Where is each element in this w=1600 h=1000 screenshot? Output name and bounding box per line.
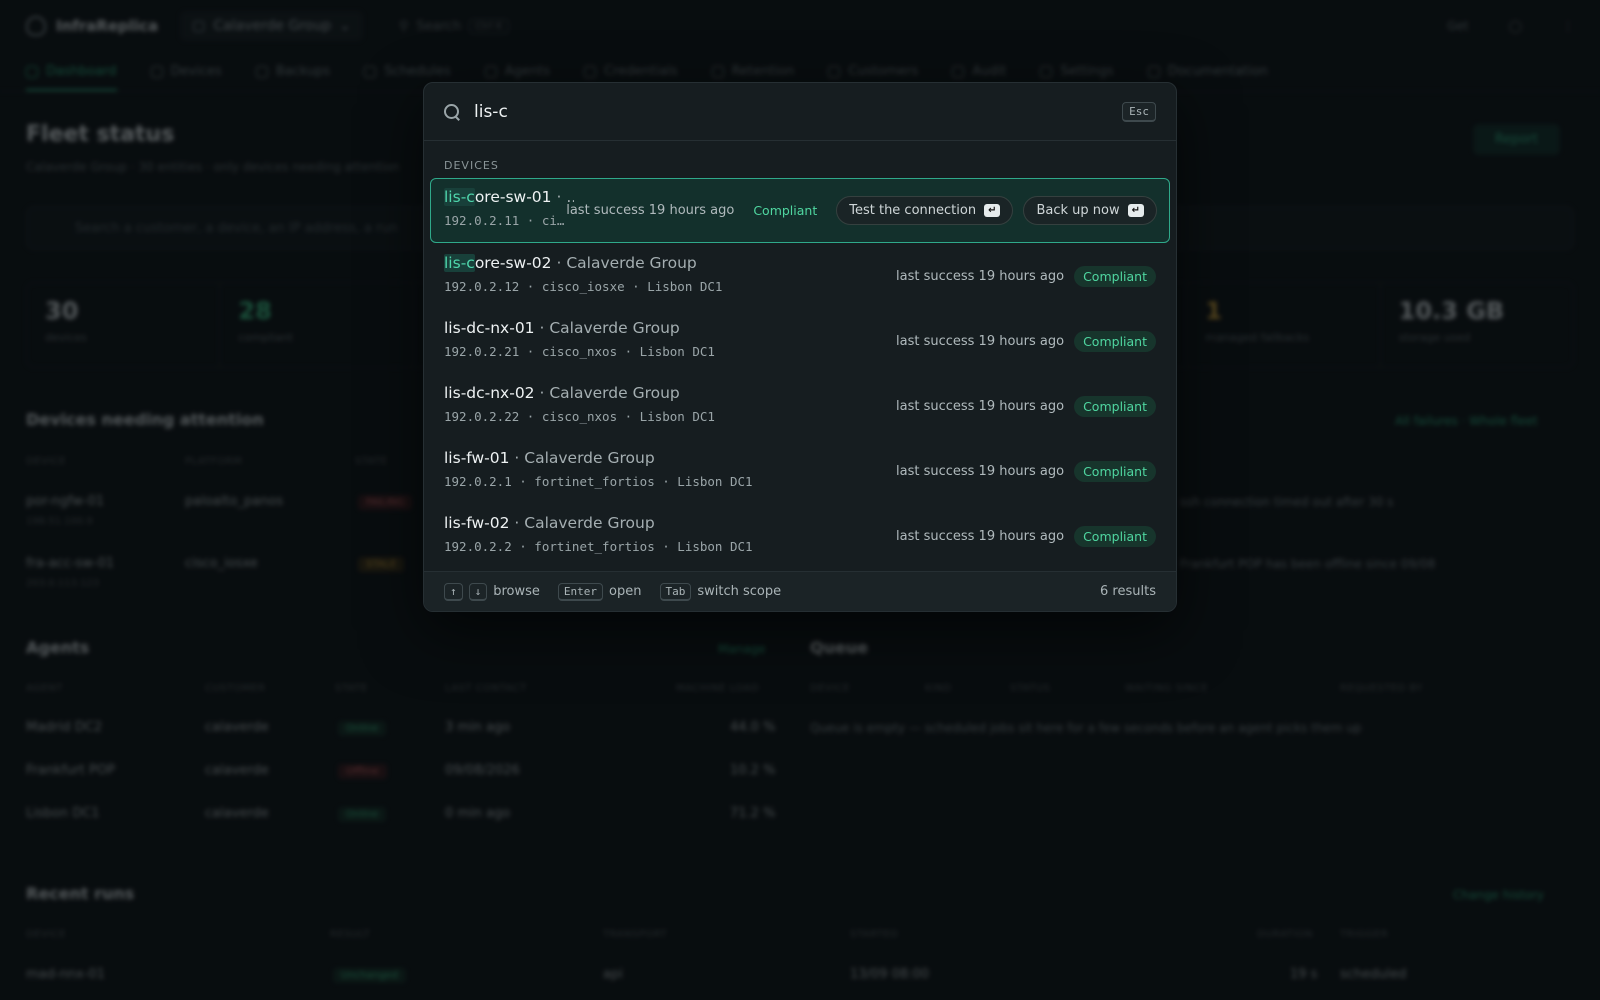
last-success-text: last success 19 hours ago bbox=[895, 268, 1065, 284]
result-separator: · bbox=[534, 384, 550, 402]
arrow-up-key: ↑ bbox=[444, 582, 463, 601]
open-label: open bbox=[609, 584, 642, 599]
backup-now-button[interactable]: Back up now ↵ bbox=[1023, 196, 1157, 225]
enter-key-icon: ↵ bbox=[1127, 204, 1144, 217]
result-item[interactable]: lis-fw-01 · Calaverde Group 192.0.2.1 · … bbox=[430, 439, 1170, 503]
result-name: lis-fw-02 bbox=[444, 514, 510, 532]
result-customer: Calaverde Group bbox=[524, 449, 655, 467]
arrow-down-key: ↓ bbox=[468, 582, 488, 601]
result-count: 6 results bbox=[1100, 584, 1156, 599]
open-hint: Enter open bbox=[557, 582, 642, 601]
last-success-text: last success 19 hours ago bbox=[566, 203, 735, 218]
result-title: lis-core-sw-01 · ... bbox=[444, 188, 574, 206]
esc-key[interactable]: Esc bbox=[1122, 101, 1156, 122]
last-success-text: last success 19 hours ago bbox=[895, 398, 1065, 414]
tab-key: Tab bbox=[659, 582, 692, 601]
command-palette: Esc DEVICES lis-core-sw-01 · ... 192.0.2… bbox=[423, 82, 1177, 612]
last-success-text: last success 19 hours ago bbox=[895, 333, 1065, 349]
match-highlight: lis-c bbox=[444, 188, 475, 206]
enter-key-icon: ↵ bbox=[984, 204, 1001, 217]
result-right: last success 19 hours ago Compliant bbox=[896, 504, 1156, 568]
last-success-text: last success 19 hours ago bbox=[895, 528, 1065, 544]
browse-hint: ↑ ↓ browse bbox=[444, 582, 540, 601]
palette-results: lis-core-sw-01 · ... 192.0.2.11 · ci… la… bbox=[424, 178, 1176, 568]
result-separator: · bbox=[551, 188, 567, 206]
result-customer: Calaverde Group bbox=[566, 254, 697, 272]
compliant-badge: Compliant bbox=[1074, 395, 1156, 417]
result-customer: Calaverde Group bbox=[524, 514, 655, 532]
result-item[interactable]: lis-dc-nx-01 · Calaverde Group 192.0.2.2… bbox=[430, 309, 1170, 373]
result-right: last success 19 hours ago Compliant bbox=[896, 439, 1156, 503]
palette-search-input[interactable] bbox=[474, 101, 1109, 122]
palette-footer: ↑ ↓ browse Enter open Tab switch scope 6… bbox=[424, 571, 1176, 611]
result-right: last success 19 hours ago Compliant Test… bbox=[566, 179, 1157, 242]
result-item[interactable]: lis-core-sw-02 · Calaverde Group 192.0.2… bbox=[430, 244, 1170, 308]
result-name: lis-dc-nx-01 bbox=[444, 319, 535, 337]
scope-hint: Tab switch scope bbox=[659, 582, 782, 601]
search-icon bbox=[444, 103, 460, 120]
result-name: ore-sw-01 bbox=[474, 188, 552, 206]
result-customer: Calaverde Group bbox=[549, 384, 680, 402]
action-label: Back up now bbox=[1036, 203, 1120, 218]
result-text: lis-core-sw-01 · ... 192.0.2.11 · ci… bbox=[444, 188, 574, 228]
last-success-text: last success 19 hours ago bbox=[895, 463, 1065, 479]
test-connection-button[interactable]: Test the connection ↵ bbox=[836, 196, 1014, 225]
result-item-selected[interactable]: lis-core-sw-01 · ... 192.0.2.11 · ci… la… bbox=[430, 178, 1170, 243]
compliant-badge: Compliant bbox=[753, 203, 818, 218]
result-item[interactable]: lis-dc-nx-02 · Calaverde Group 192.0.2.2… bbox=[430, 374, 1170, 438]
browse-label: browse bbox=[493, 584, 540, 599]
match-highlight: lis-c bbox=[444, 254, 475, 272]
compliant-badge: Compliant bbox=[1074, 330, 1156, 352]
result-separator: · bbox=[534, 319, 550, 337]
result-separator: · bbox=[509, 514, 525, 532]
enter-key: Enter bbox=[557, 582, 604, 601]
result-item[interactable]: lis-fw-02 · Calaverde Group 192.0.2.2 · … bbox=[430, 504, 1170, 568]
compliant-badge: Compliant bbox=[1074, 460, 1156, 482]
result-separator: · bbox=[551, 254, 567, 272]
compliant-badge: Compliant bbox=[1074, 265, 1156, 287]
result-separator: · bbox=[509, 449, 525, 467]
palette-search-bar: Esc bbox=[424, 83, 1176, 141]
result-right: last success 19 hours ago Compliant bbox=[896, 309, 1156, 373]
switch-scope-label: switch scope bbox=[697, 584, 782, 599]
result-name: ore-sw-02 bbox=[474, 254, 552, 272]
result-customer: Calaverde Group bbox=[549, 319, 680, 337]
result-right: last success 19 hours ago Compliant bbox=[896, 244, 1156, 308]
result-meta: 192.0.2.11 · ci… bbox=[444, 213, 565, 228]
result-name: lis-dc-nx-02 bbox=[444, 384, 535, 402]
action-label: Test the connection bbox=[849, 203, 977, 218]
compliant-badge: Compliant bbox=[1074, 525, 1156, 547]
result-name: lis-fw-01 bbox=[444, 449, 510, 467]
result-right: last success 19 hours ago Compliant bbox=[896, 374, 1156, 438]
palette-group-label: DEVICES bbox=[444, 159, 499, 172]
